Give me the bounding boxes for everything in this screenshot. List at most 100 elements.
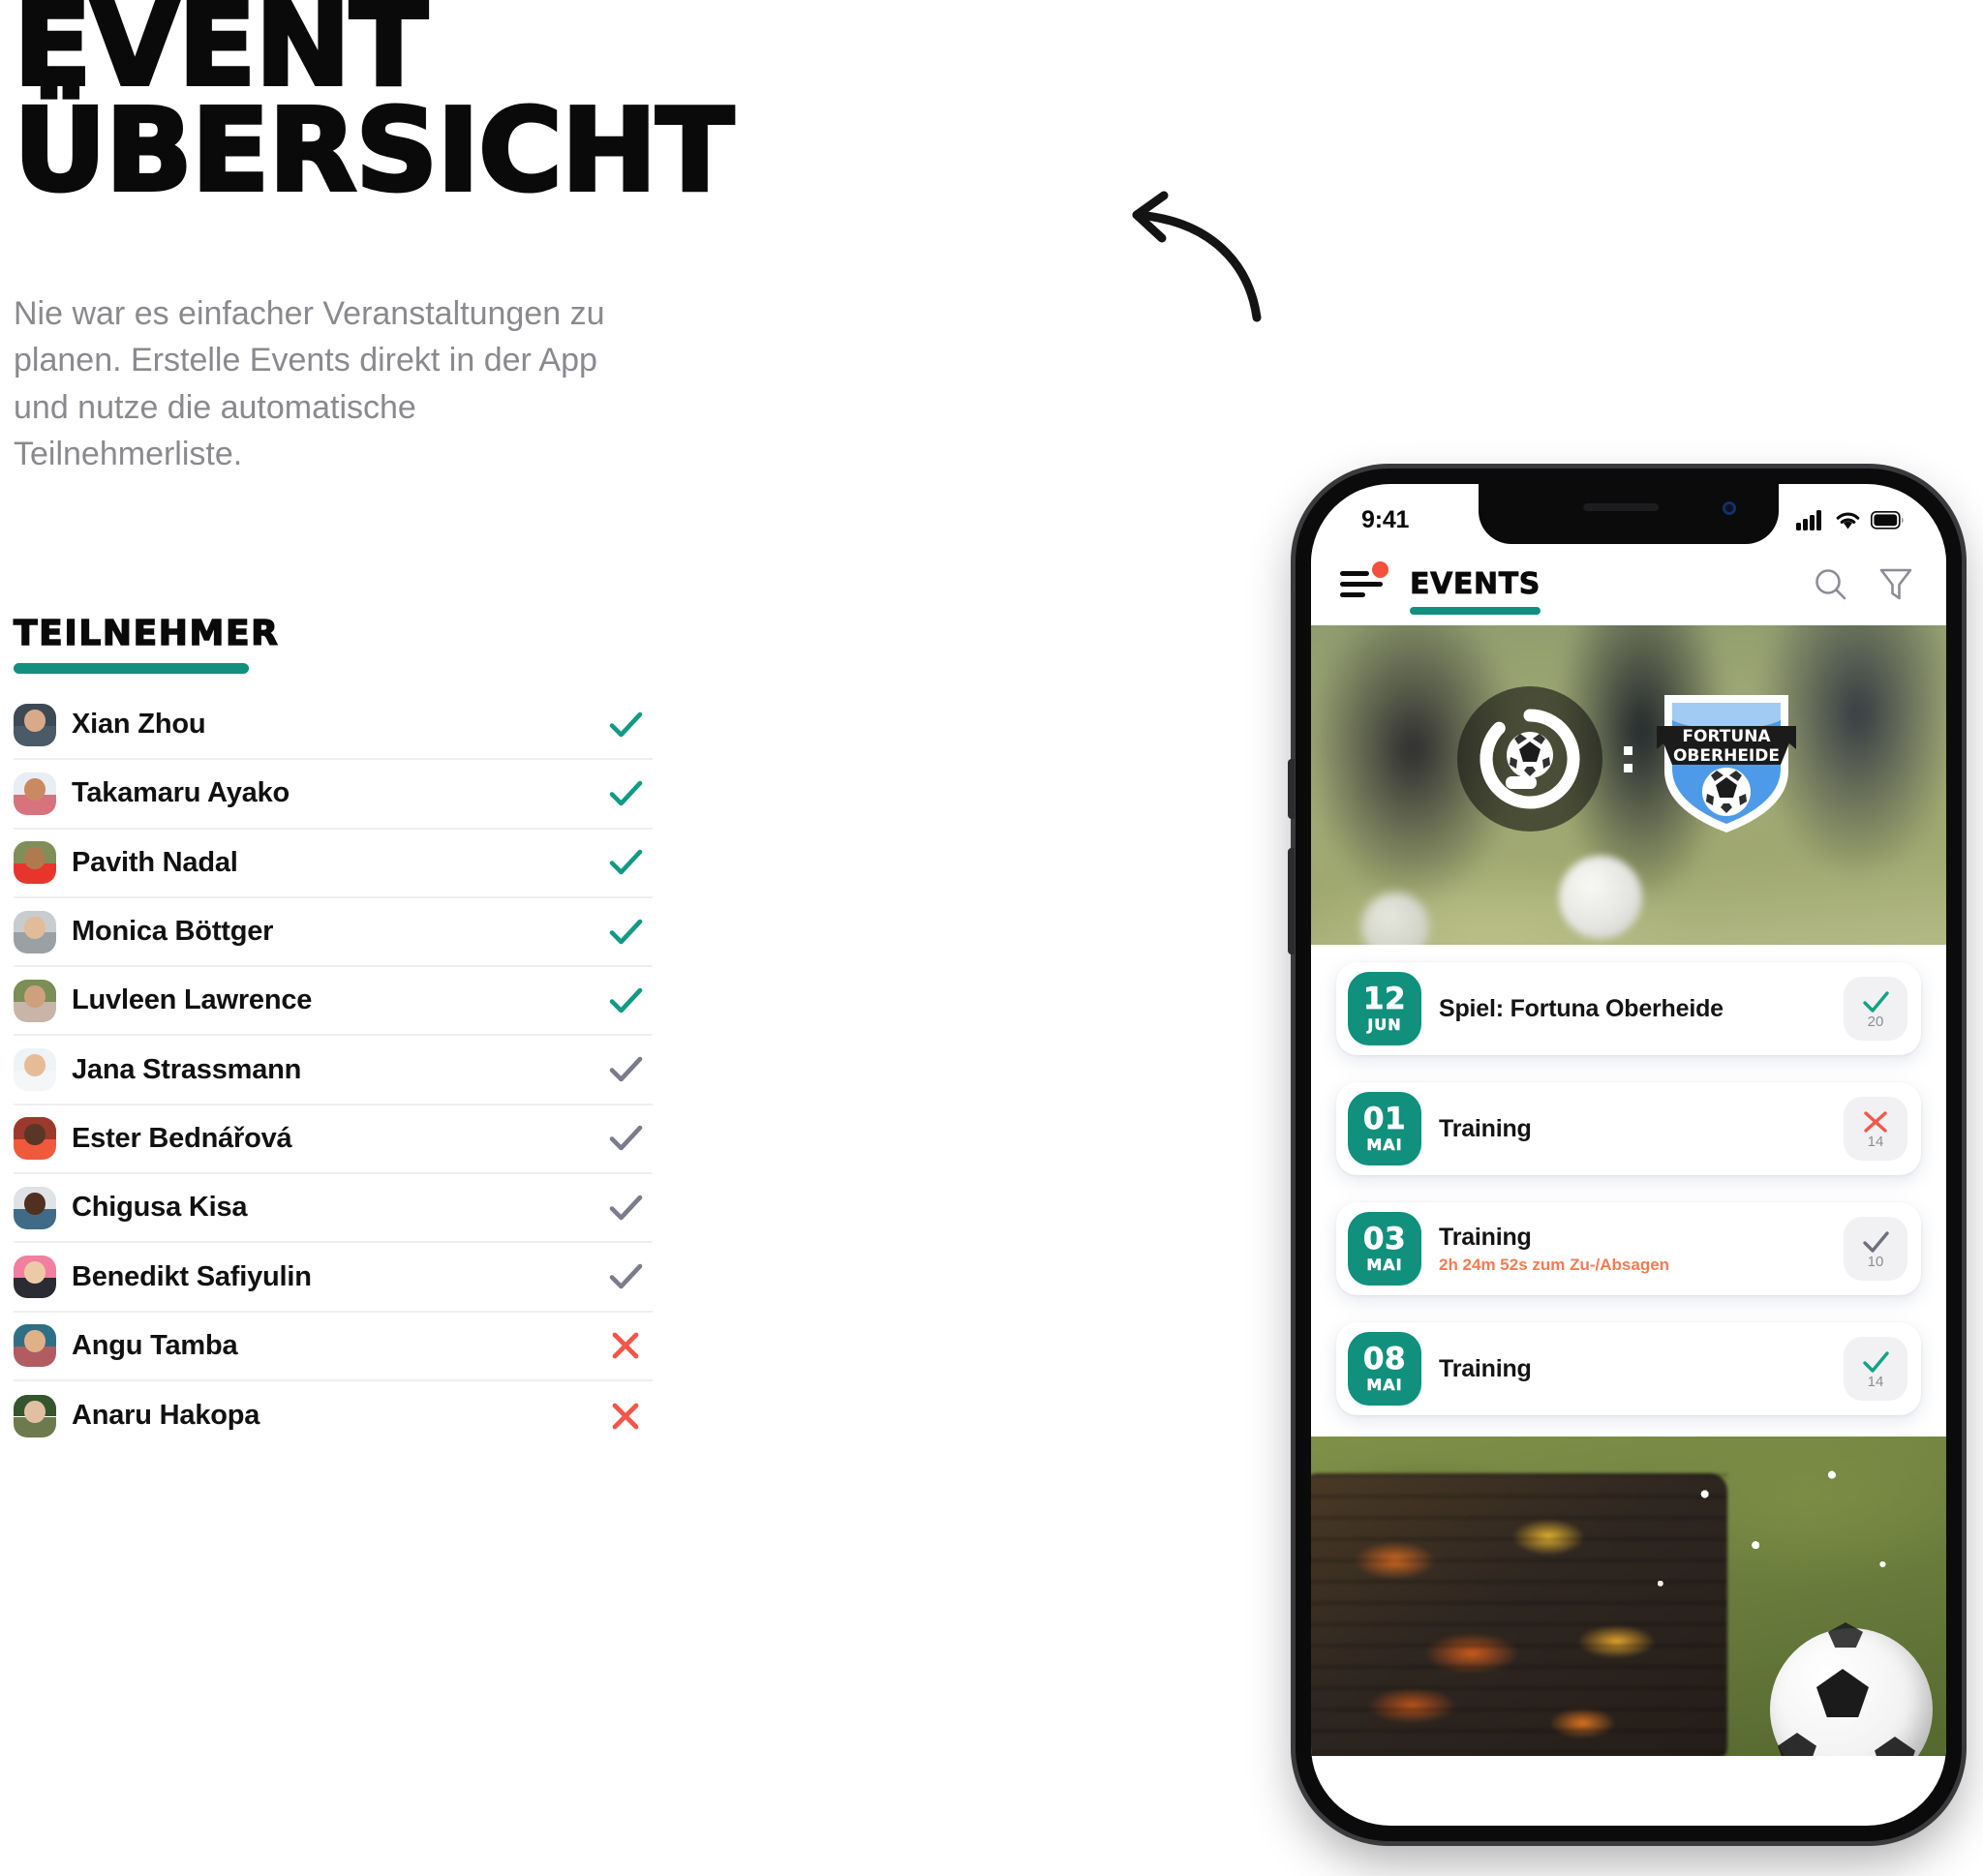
event-card[interactable]: 03 MAI Training 2h 24m 52s zum Zu-/Absagen 1… [1336, 1202, 1921, 1295]
check-icon [609, 919, 643, 944]
participant-name: Luvleen Lawrence [72, 984, 313, 1016]
participant-status-declined[interactable] [603, 1394, 648, 1438]
participants-heading-underline [14, 663, 249, 674]
event-date-badge: 12 JUN [1348, 972, 1421, 1045]
ball-panel-1 [1816, 1669, 1869, 1717]
event-rsvp-button[interactable]: 14 [1844, 1337, 1907, 1401]
event-text: Training [1439, 1115, 1844, 1143]
avatar [14, 910, 56, 953]
battery-icon [1871, 510, 1904, 530]
avatar [14, 979, 56, 1022]
event-month: MAI [1366, 1376, 1403, 1394]
check-icon [1863, 990, 1889, 1013]
left-content-column: EVENT ÜBERSICHT Nie war es einfacher Ver… [0, 0, 871, 1876]
avatar [14, 1048, 56, 1092]
notification-badge-dot [1372, 561, 1388, 578]
event-countdown: 2h 24m 52s zum Zu-/Absagen [1439, 1255, 1670, 1274]
participant-name: Takamaru Ayako [72, 777, 290, 809]
crest-team-line-1: FORTUNA [1682, 727, 1771, 746]
event-title: Training [1439, 1223, 1532, 1251]
participant-name: Benedikt Safiyulin [72, 1260, 312, 1292]
participant-status-accepted[interactable] [603, 772, 648, 816]
participants-list: Xian Zhou Takamaru Ayako Pavith Nadal Monic… [14, 691, 653, 1450]
event-month: MAI [1366, 1256, 1403, 1274]
participant-row[interactable]: Jana Strassmann [14, 1036, 653, 1105]
check-icon [1863, 1230, 1889, 1253]
hamburger-menu-icon[interactable] [1340, 561, 1388, 604]
participant-status-pending[interactable] [603, 1116, 648, 1161]
check-icon [609, 849, 643, 875]
event-text: Training 2h 24m 52s zum Zu-/Absagen [1439, 1224, 1844, 1275]
avatar [14, 772, 56, 815]
page-title: EVENT ÜBERSICHT [12, 0, 736, 208]
participant-status-accepted[interactable] [603, 703, 648, 747]
participant-row[interactable]: Anaru Hakopa [14, 1381, 653, 1450]
event-card[interactable]: 08 MAI Training 14 [1336, 1322, 1921, 1415]
participant-row[interactable]: Pavith Nadal [14, 830, 653, 898]
home-team-badge [1457, 686, 1602, 832]
events-list: 12 JUN Spiel: Fortuna Oberheide 20 01 MAI Trai… [1311, 945, 1946, 1437]
participant-row[interactable]: Angu Tamba [14, 1313, 653, 1381]
participant-row[interactable]: Chigusa Kisa [14, 1174, 653, 1244]
check-icon [609, 1126, 643, 1151]
fortuna-oberheide-crest-icon: FORTUNA OBERHEIDE [1657, 695, 1796, 832]
event-date-badge: 03 MAI [1348, 1212, 1421, 1286]
wifi-icon [1836, 512, 1860, 529]
ball-panel-3 [1875, 1737, 1915, 1756]
avatar [14, 841, 56, 885]
event-title: Training [1439, 1114, 1532, 1142]
participant-name: Pavith Nadal [72, 846, 238, 878]
filter-icon[interactable] [1878, 566, 1913, 603]
soccer-ball-logo-icon [1480, 709, 1580, 809]
event-month: JUN [1367, 1015, 1402, 1034]
participant-status-declined[interactable] [603, 1323, 648, 1368]
search-icon[interactable] [1813, 566, 1849, 603]
close-icon [612, 1403, 639, 1430]
participant-status-pending[interactable] [603, 1186, 648, 1230]
crest-team-line-2: OBERHEIDE [1673, 746, 1780, 766]
participant-row[interactable]: Takamaru Ayako [14, 760, 653, 830]
app-bar-title: EVENTS [1410, 566, 1541, 615]
event-rsvp-button[interactable]: 14 [1844, 1097, 1907, 1161]
event-card[interactable]: 12 JUN Spiel: Fortuna Oberheide 20 [1336, 962, 1921, 1055]
participant-row[interactable]: Benedikt Safiyulin [14, 1243, 653, 1313]
event-date-badge: 01 MAI [1348, 1092, 1421, 1165]
status-bar: 9:41 [1311, 484, 1946, 544]
event-attendee-count: 14 [1867, 1133, 1884, 1150]
close-icon [1864, 1110, 1887, 1133]
app-bar: EVENTS [1311, 544, 1946, 625]
participant-status-accepted[interactable] [603, 979, 648, 1023]
participant-status-accepted[interactable] [603, 910, 648, 954]
avatar [14, 1394, 56, 1437]
check-icon [609, 1195, 643, 1221]
intro-paragraph: Nie war es einfacher Veranstaltungen zu … [14, 295, 605, 472]
participant-status-accepted[interactable] [603, 840, 648, 885]
event-rsvp-button[interactable]: 20 [1844, 977, 1907, 1041]
participant-row[interactable]: Luvleen Lawrence [14, 967, 653, 1037]
app-bar-actions [1813, 566, 1919, 603]
participant-name: Jana Strassmann [72, 1053, 302, 1085]
participant-status-pending[interactable] [603, 1047, 648, 1092]
check-icon [609, 780, 643, 806]
participant-name: Monica Böttger [72, 916, 274, 948]
check-icon [609, 711, 643, 737]
event-card[interactable]: 01 MAI Training 14 [1336, 1082, 1921, 1175]
menu-bar-1 [1340, 571, 1369, 576]
participant-name: Angu Tamba [72, 1329, 238, 1361]
event-title: Spiel: Fortuna Oberheide [1439, 994, 1724, 1022]
avatar [14, 1324, 56, 1368]
colon-dot-bottom [1623, 763, 1632, 772]
event-day: 03 [1362, 1222, 1407, 1256]
event-month: MAI [1366, 1135, 1403, 1154]
check-icon [609, 1056, 643, 1082]
participant-row[interactable]: Monica Böttger [14, 898, 653, 968]
event-day: 01 [1362, 1102, 1407, 1136]
cellular-icon [1796, 510, 1821, 530]
participant-row[interactable]: Ester Bednářová [14, 1105, 653, 1175]
event-attendee-count: 20 [1867, 1013, 1884, 1030]
event-rsvp-button[interactable]: 10 [1844, 1217, 1907, 1281]
participant-row[interactable]: Xian Zhou [14, 691, 653, 761]
event-day: 08 [1362, 1342, 1407, 1377]
phone-screen: 9:41 EVENTS FORTUNA OBERHEIDE 12 JUN Spi… [1311, 484, 1946, 1826]
participant-status-pending[interactable] [603, 1255, 648, 1299]
